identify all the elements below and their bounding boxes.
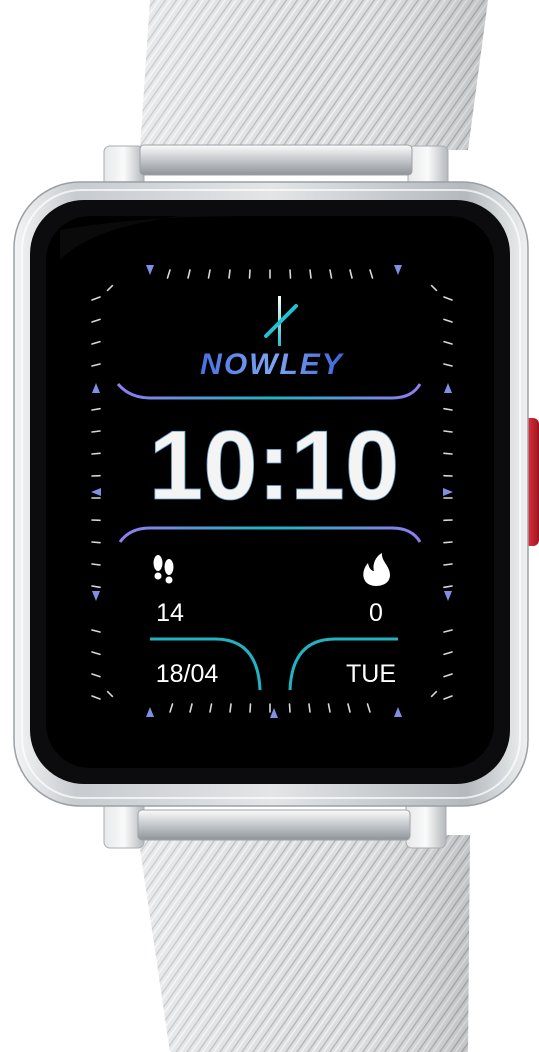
dial-tick <box>91 541 101 544</box>
dial-tick <box>443 430 453 433</box>
dial-tick <box>443 541 453 544</box>
steps-count: 14 <box>156 599 184 627</box>
time-display: 10:10 <box>149 410 400 520</box>
dial-tick <box>309 269 312 279</box>
dial-tick <box>91 430 101 433</box>
dial-tick <box>228 269 231 279</box>
dial-tick <box>91 452 101 455</box>
mesh-strap-top <box>140 0 488 150</box>
dial-tick <box>308 703 311 713</box>
brand-label: NOWLEY <box>200 348 345 381</box>
dial-tick <box>288 703 291 713</box>
dial-tick <box>248 269 251 279</box>
dial-tick <box>249 703 252 713</box>
date-label: 18/04 <box>156 660 219 688</box>
weekday-label: TUE <box>346 660 396 688</box>
dial-tick <box>443 563 453 566</box>
mesh-strap-bottom <box>138 835 470 1052</box>
dial-tick <box>229 703 232 713</box>
dial-tick <box>289 269 292 279</box>
smartwatch-product-photo: NOWLEY 10:10 14 0 18/04 TUE <box>0 0 539 1052</box>
dial-tick <box>91 563 101 566</box>
dial-tick <box>443 452 453 455</box>
calories-count: 0 <box>369 599 383 627</box>
